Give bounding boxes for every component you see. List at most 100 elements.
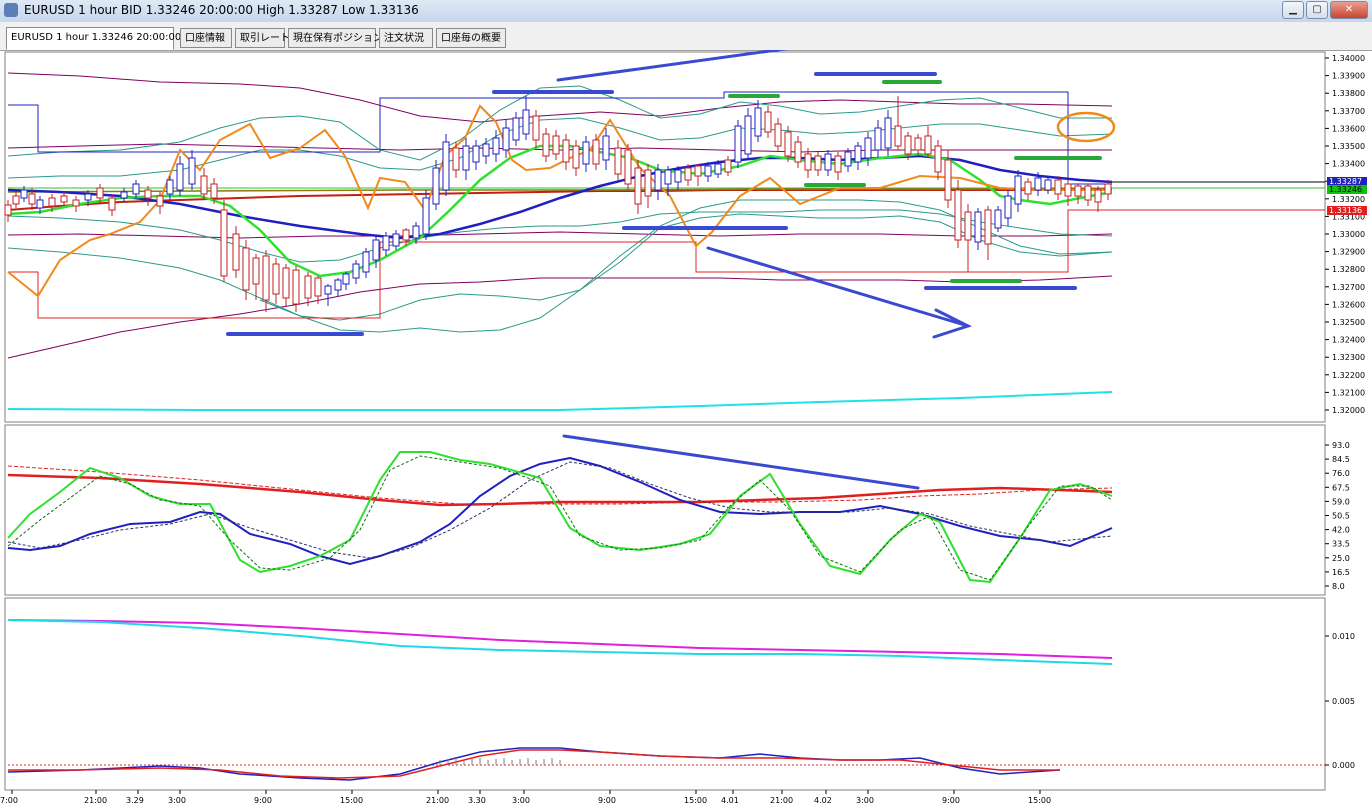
candle-body xyxy=(96,187,104,199)
candle-body xyxy=(552,135,560,155)
close-button[interactable]: ✕ xyxy=(1330,1,1368,19)
candle-body xyxy=(572,145,580,169)
osc-tick-label: 93.0 xyxy=(1332,441,1350,450)
candle-body xyxy=(984,209,992,245)
badge-low: 1.33136 xyxy=(1329,206,1362,215)
time-tick-label: 9:00 xyxy=(254,796,272,805)
price-tick-label: 1.32000 xyxy=(1332,406,1365,415)
minimize-button[interactable]: ▁ xyxy=(1282,1,1304,19)
price-tick-label: 1.33900 xyxy=(1332,72,1365,81)
window-titlebar: EURUSD 1 hour BID 1.33246 20:00:00 High … xyxy=(0,0,1372,23)
candle-body xyxy=(1004,195,1012,219)
candle-body xyxy=(894,125,902,147)
candle-body xyxy=(28,193,36,205)
time-tick-label: 15:00 xyxy=(684,796,707,805)
candle-body xyxy=(188,157,196,185)
candle-body xyxy=(744,115,752,155)
time-tick-label: 3:00 xyxy=(856,796,874,805)
time-tick-label: 3:00 xyxy=(168,796,186,805)
candle-body xyxy=(20,189,28,199)
tab-account-summary[interactable]: 口座毎の概要 xyxy=(436,28,506,48)
price-tick-label: 1.33000 xyxy=(1332,230,1365,239)
price-tick-label: 1.32500 xyxy=(1332,318,1365,327)
candle-body xyxy=(644,169,652,197)
osc-tick-label: 8.0 xyxy=(1332,582,1345,591)
tab-rates[interactable]: 取引レート xyxy=(235,28,290,48)
candle-body xyxy=(4,204,12,216)
candle-body xyxy=(232,233,240,271)
candle-body xyxy=(592,139,600,165)
candle-body xyxy=(724,159,732,173)
candle-body xyxy=(12,195,20,205)
tab-orders[interactable]: 注文状況 xyxy=(379,28,433,48)
candle-body xyxy=(412,225,420,239)
candle-body xyxy=(156,195,164,207)
chart-area[interactable]: 1.34000 1.33900 1.33800 1.33700 1.33600 1.335… xyxy=(0,50,1372,809)
candle-body xyxy=(372,239,380,261)
candle-body xyxy=(824,153,832,171)
time-tick-label: 15:00 xyxy=(340,796,363,805)
candle-body xyxy=(324,285,332,295)
candle-body xyxy=(1044,179,1052,191)
candle-body xyxy=(884,117,892,149)
price-tick-label: 1.33600 xyxy=(1332,124,1365,133)
candle-body xyxy=(120,191,128,199)
price-tick-label: 1.33800 xyxy=(1332,89,1365,98)
tab-account-info[interactable]: 口座情報 xyxy=(180,28,232,48)
candle-body xyxy=(282,267,290,299)
candle-body xyxy=(614,147,622,175)
candle-body xyxy=(166,179,174,195)
candle-body xyxy=(422,197,430,235)
price-tick-label: 1.32600 xyxy=(1332,300,1365,309)
candle-body xyxy=(602,135,610,161)
time-tick-label: 4.01 xyxy=(721,796,739,805)
candle-body xyxy=(512,117,520,141)
candle-body xyxy=(1054,179,1062,195)
candle-body xyxy=(1014,175,1022,205)
osc-tick-label: 33.5 xyxy=(1332,540,1350,549)
time-tick-label: 3.29 xyxy=(126,796,144,805)
candle-body xyxy=(262,255,270,301)
candle-body xyxy=(864,137,872,159)
window-title: EURUSD 1 hour BID 1.33246 20:00:00 High … xyxy=(24,3,419,17)
osc-tick-label: 59.0 xyxy=(1332,497,1350,506)
osc-tick-label: 16.5 xyxy=(1332,568,1350,577)
time-tick-label: 21:00 xyxy=(426,796,449,805)
maximize-button[interactable]: ▢ xyxy=(1306,1,1328,19)
osc-red-dash xyxy=(7,465,1113,505)
candle-body xyxy=(482,143,490,157)
candle-body xyxy=(764,111,772,133)
time-tick-label: 9:00 xyxy=(942,796,960,805)
ind-red-signal xyxy=(8,749,1060,779)
candle-body xyxy=(342,273,350,285)
candle-body xyxy=(432,167,440,205)
price-tick-label: 1.32900 xyxy=(1332,248,1365,257)
candle-body xyxy=(624,149,632,185)
candle-body xyxy=(452,147,460,171)
candle-body xyxy=(72,199,80,207)
candle-body xyxy=(1084,185,1092,201)
candle-body xyxy=(542,133,550,157)
osc-green-dash xyxy=(7,455,1113,581)
price-tick-label: 1.32200 xyxy=(1332,371,1365,380)
tab-chart[interactable]: EURUSD 1 hour 1.33246 20:00:00 xyxy=(6,27,181,50)
candle-body xyxy=(1034,177,1042,191)
candle-body xyxy=(242,247,250,291)
candle-body xyxy=(924,135,932,155)
candle-body xyxy=(392,233,400,247)
ind-tick-label: 0.000 xyxy=(1332,761,1355,770)
app-icon xyxy=(4,3,18,17)
cyan-long-ma xyxy=(7,391,1113,411)
tab-positions[interactable]: 現在保有ポジション xyxy=(288,28,383,48)
ind-tick-label: 0.010 xyxy=(1332,632,1355,641)
time-tick-label: 15:00 xyxy=(1028,796,1051,805)
candle-body xyxy=(794,141,802,163)
candle-body xyxy=(176,163,184,191)
candle-body xyxy=(734,125,742,163)
time-tick-label: 3:00 xyxy=(512,796,530,805)
candle-body xyxy=(834,155,842,173)
candle-body xyxy=(964,211,972,241)
price-tick-label: 1.34000 xyxy=(1332,54,1365,63)
osc-tick-label: 42.0 xyxy=(1332,526,1350,535)
candle-body xyxy=(1074,185,1082,197)
